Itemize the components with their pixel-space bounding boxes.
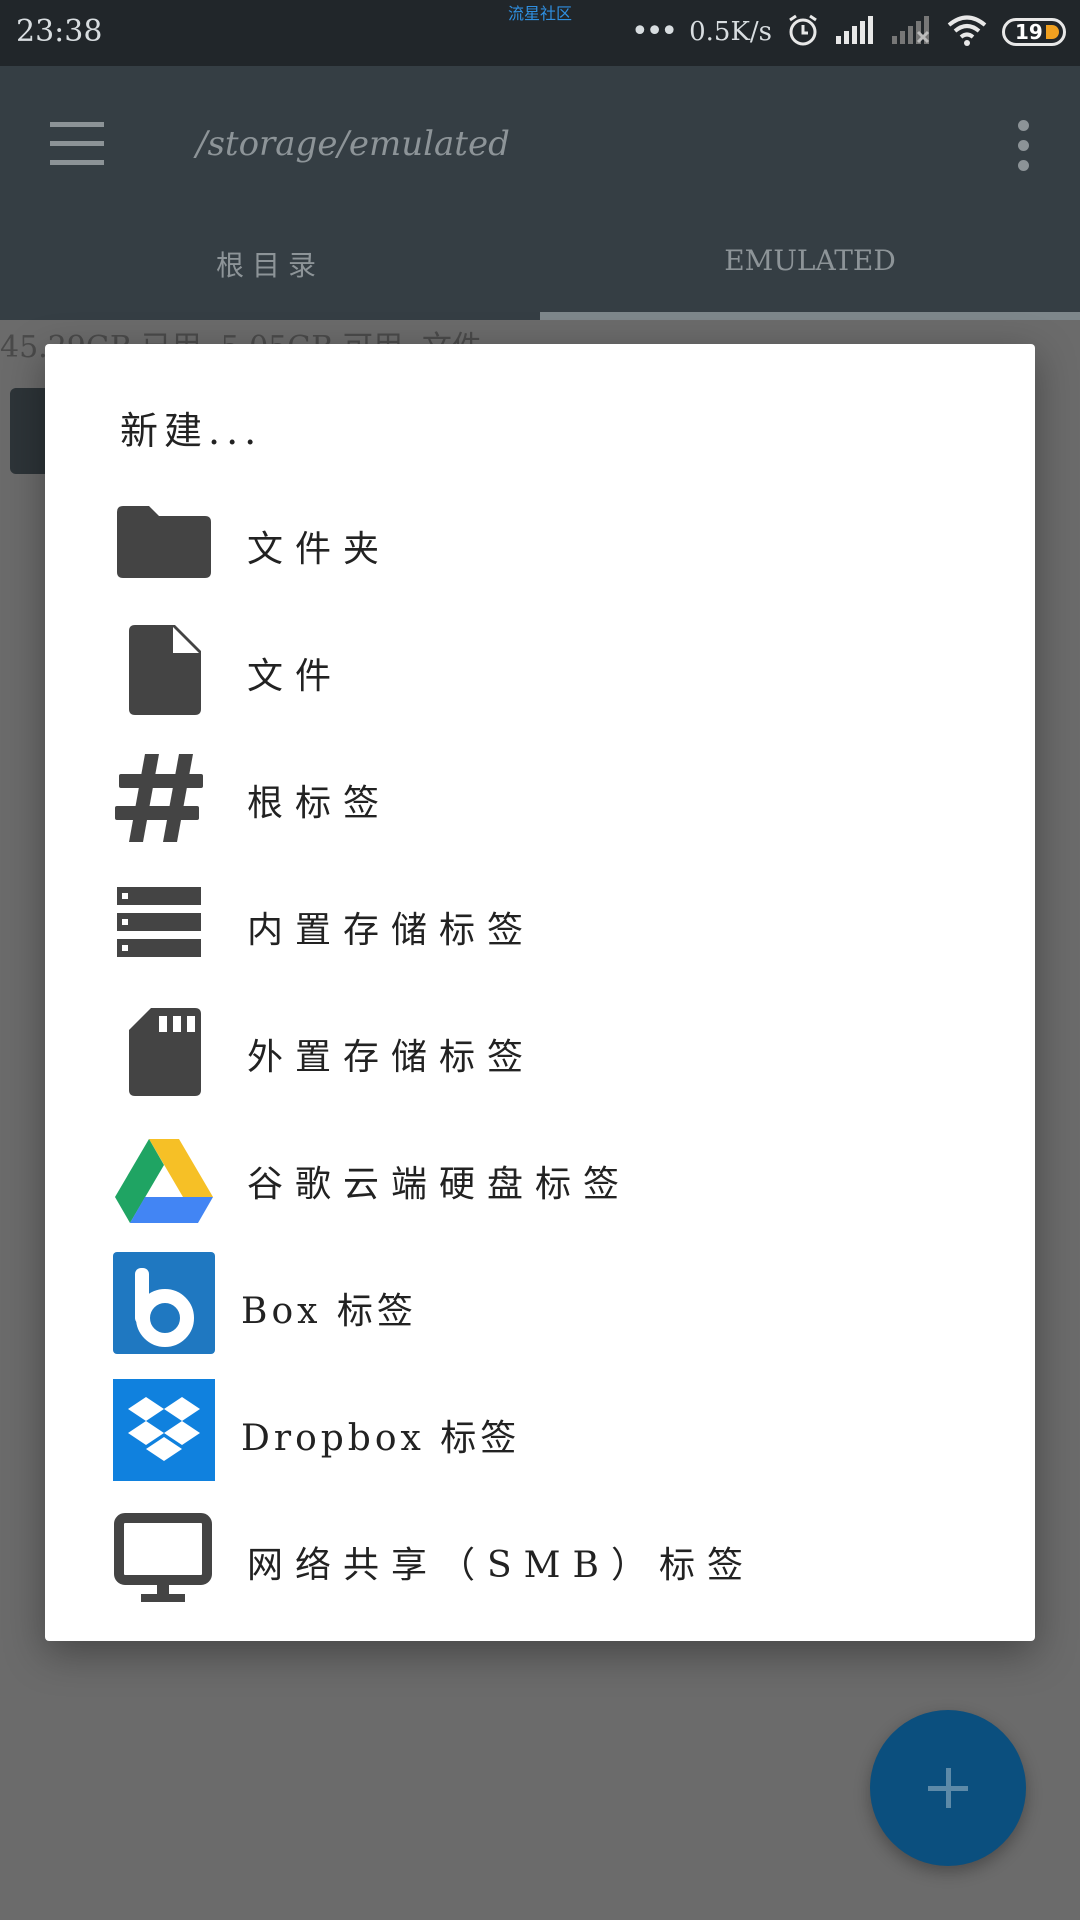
box-icon (113, 1252, 215, 1354)
menu-item-file[interactable]: 文件 (45, 609, 1035, 736)
menu-item-label: 网络共享（SMB）标签 (247, 1545, 755, 1586)
dialog-title: 新建... (120, 409, 263, 453)
menu-item-label: 外置存储标签 (247, 1037, 536, 1078)
menu-item-google-drive[interactable]: 谷歌云端硬盘标签 (45, 1117, 1035, 1244)
add-fab-button[interactable] (870, 1710, 1026, 1866)
battery-fill (1046, 25, 1059, 39)
menu-item-internal-storage[interactable]: 内置存储标签 (45, 863, 1035, 990)
monitor-icon (113, 1508, 215, 1610)
network-speed: 0.5K/s (689, 17, 772, 47)
screen: 23:38 流星社区 ••• 0.5K/s 19 /storage/emulat… (0, 0, 1080, 1920)
path-title: /storage/emulated (196, 124, 510, 164)
menu-item-box[interactable]: Box 标签 (45, 1244, 1035, 1371)
sd-card-icon (113, 1000, 215, 1102)
google-drive-icon (113, 1127, 215, 1229)
hashtag-icon (113, 746, 215, 848)
more-vert-icon[interactable] (1018, 120, 1032, 172)
signal-icon (834, 14, 876, 50)
menu-item-smb[interactable]: 网络共享（SMB）标签 (45, 1498, 1035, 1625)
wifi-icon (946, 13, 988, 51)
storage-icon (113, 873, 215, 975)
tab-indicator (540, 312, 1080, 320)
battery-level: 19 (1015, 20, 1043, 44)
menu-item-dropbox[interactable]: Dropbox 标签 (45, 1371, 1035, 1498)
folder-icon (113, 492, 215, 594)
menu-item-label: 谷歌云端硬盘标签 (247, 1164, 632, 1205)
file-icon (113, 619, 215, 721)
menu-item-root-tag[interactable]: 根标签 (45, 736, 1035, 863)
hamburger-menu-icon[interactable] (50, 122, 104, 166)
menu-item-label: 文件 (247, 656, 344, 697)
battery-icon: 19 (1002, 18, 1066, 46)
status-bar: 23:38 流星社区 ••• 0.5K/s 19 (0, 0, 1080, 66)
menu-item-label: 根标签 (247, 783, 392, 824)
menu-item-label: Box 标签 (241, 1291, 417, 1332)
tab-emulated[interactable]: EMULATED (540, 244, 1080, 277)
app-bar: /storage/emulated 根目录 EMULATED (0, 66, 1080, 320)
menu-item-label: Dropbox 标签 (241, 1418, 521, 1459)
signal-no-sim-icon (890, 14, 932, 50)
dropbox-icon (113, 1379, 215, 1481)
menu-item-label: 内置存储标签 (247, 910, 536, 951)
status-icons: ••• 0.5K/s 19 (631, 12, 1066, 52)
menu-item-external-storage[interactable]: 外置存储标签 (45, 990, 1035, 1117)
menu-item-label: 文件夹 (247, 529, 392, 570)
alarm-icon (786, 13, 820, 51)
tab-root[interactable]: 根目录 (0, 244, 540, 284)
new-item-dialog: 新建... 文件夹 文件 根标签 内置存储标签 外置存储标签 谷歌云端硬盘标签 … (45, 344, 1035, 1641)
menu-item-folder[interactable]: 文件夹 (45, 482, 1035, 609)
notification-dots: ••• (631, 14, 678, 49)
